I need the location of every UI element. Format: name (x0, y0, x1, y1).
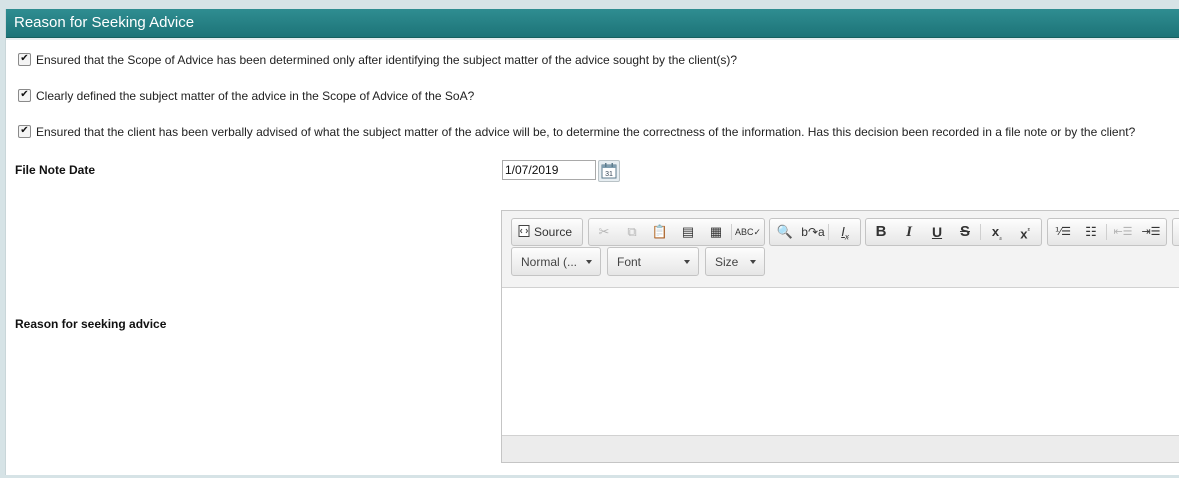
chevron-down-icon (684, 260, 690, 264)
superscript-icon[interactable]: x² (1012, 219, 1038, 245)
header-divider (6, 38, 1179, 40)
format-combo-label: Normal (... (521, 255, 578, 269)
find-icon[interactable]: 🔍 (772, 219, 798, 245)
toolbar-separator (828, 224, 829, 240)
indent-icon[interactable]: ⇥☰ (1138, 219, 1164, 245)
toolbar-group-basicstyles: B I U S x₂ x² (865, 218, 1042, 246)
remove-format-icon[interactable]: Ix (832, 219, 858, 245)
strike-icon[interactable]: S (952, 219, 978, 245)
checkbox-checked[interactable]: ✔ (18, 125, 31, 138)
paste-word-icon[interactable]: ▦ (703, 219, 729, 245)
outdent-icon[interactable]: ⇤☰ (1110, 219, 1136, 245)
checklist-label: Ensured that the Scope of Advice has bee… (36, 53, 738, 67)
rich-text-editor[interactable]: Source ✂ ⧉ 📋 ▤ ▦ ABC✓ 🔍 b↷a Ix B I U S x… (501, 210, 1179, 463)
paste-text-icon[interactable]: ▤ (675, 219, 701, 245)
toolbar-group-document: Source (511, 218, 583, 246)
file-note-date-label: File Note Date (15, 163, 96, 177)
source-icon (518, 225, 530, 237)
numbered-list-icon[interactable]: ⅟☰ (1050, 219, 1076, 245)
toolbar-separator (980, 224, 981, 240)
size-combo[interactable]: Size (705, 247, 765, 276)
reason-label: Reason for seeking advice (15, 317, 167, 331)
reason-panel: Reason for Seeking Advice ✔ Ensured that… (5, 9, 1179, 475)
subscript-icon[interactable]: x₂ (984, 219, 1010, 245)
toolbar-group-editing: 🔍 b↷a Ix (769, 218, 861, 246)
panel-header: Reason for Seeking Advice (6, 9, 1179, 38)
checklist-label: Clearly defined the subject matter of th… (36, 89, 475, 103)
calendar-day: 31 (605, 171, 613, 178)
size-combo-label: Size (715, 255, 739, 269)
toolbar-separator (731, 224, 732, 240)
font-combo-label: Font (617, 255, 642, 269)
file-note-date-input[interactable] (502, 160, 596, 180)
replace-icon[interactable]: b↷a (800, 219, 826, 245)
toolbar-group-paragraph: ⅟☰ ☷ ⇤☰ ⇥☰ (1047, 218, 1167, 246)
calendar-button[interactable]: 31 (598, 160, 620, 182)
bold-icon[interactable]: B (868, 219, 894, 245)
copy-icon[interactable]: ⧉ (619, 219, 645, 245)
toolbar-group-more (1172, 218, 1179, 246)
checklist-label: Ensured that the client has been verball… (36, 125, 1136, 139)
spellcheck-icon[interactable]: ABC✓ (735, 219, 761, 245)
chevron-down-icon (586, 260, 592, 264)
source-label: Source (534, 225, 573, 239)
font-combo[interactable]: Font (607, 247, 699, 276)
checkbox-checked[interactable]: ✔ (18, 89, 31, 102)
bulleted-list-icon[interactable]: ☷ (1078, 219, 1104, 245)
chevron-down-icon (750, 260, 756, 264)
paste-icon[interactable]: 📋 (647, 219, 673, 245)
source-button[interactable]: Source (512, 219, 578, 245)
calendar-icon: 31 (601, 163, 617, 179)
underline-icon[interactable]: U (924, 219, 950, 245)
panel-title: Reason for Seeking Advice (14, 14, 195, 31)
editor-toolbar: Source ✂ ⧉ 📋 ▤ ▦ ABC✓ 🔍 b↷a Ix B I U S x… (502, 211, 1179, 288)
italic-icon[interactable]: I (896, 219, 922, 245)
toolbar-group-clipboard: ✂ ⧉ 📋 ▤ ▦ ABC✓ (588, 218, 765, 246)
checkbox-checked[interactable]: ✔ (18, 53, 31, 66)
editor-status-bar (502, 435, 1179, 462)
editor-content-area[interactable] (502, 288, 1179, 436)
cut-icon[interactable]: ✂ (591, 219, 617, 245)
toolbar-separator (1106, 224, 1107, 240)
format-combo[interactable]: Normal (... (511, 247, 601, 276)
